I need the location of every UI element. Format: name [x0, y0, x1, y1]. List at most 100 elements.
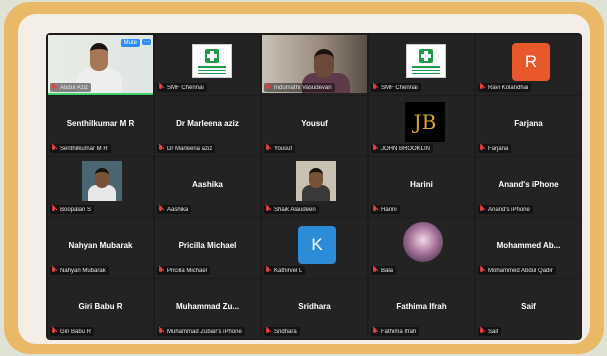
medical-cross-icon: [205, 49, 219, 63]
participant-display-name: Anand's iPhone: [498, 180, 559, 189]
participant-display-name: Giri Babu R: [78, 302, 123, 311]
participant-name: Giri Babu R: [60, 328, 92, 335]
mute-button[interactable]: Mute: [120, 39, 140, 47]
participant-tile[interactable]: Mute ··· Abdul Aziz: [48, 35, 153, 95]
participant-tile[interactable]: Muhammad Zu... Muhammad Zubair's iPhone: [155, 279, 260, 339]
avatar-initial: R: [512, 43, 550, 81]
logo-text-line: [198, 66, 226, 68]
muted-microphone-icon: [479, 206, 485, 213]
participant-name: Farjana: [488, 145, 509, 152]
participant-display-name: Farjana: [514, 119, 543, 128]
participant-tile[interactable]: Harini Harini: [369, 157, 474, 217]
participant-name: Harini: [381, 206, 397, 213]
participant-name: Saif: [488, 328, 499, 335]
muted-microphone-icon: [372, 145, 378, 152]
muted-microphone-icon: [479, 267, 485, 274]
participant-tile[interactable]: Giri Babu R Giri Babu R: [48, 279, 153, 339]
participant-name: Aashika: [167, 206, 189, 213]
participant-display-name: Pricilla Michael: [178, 241, 237, 250]
participant-name-label: Pricilla Michael: [157, 266, 211, 275]
participant-name-label: Abdul Aziz: [50, 83, 92, 92]
muted-microphone-icon: [372, 206, 378, 213]
smf-logo-image: [406, 44, 446, 78]
participant-name: Fathima Ifrah: [381, 328, 417, 335]
participant-display-name: Dr Marleena aziz: [176, 119, 239, 128]
participant-name: Indumathi Vasudevan: [274, 84, 332, 91]
participant-name: JOHN BROOKLIN: [381, 145, 431, 152]
participant-tile[interactable]: Saif Saif: [476, 279, 581, 339]
participant-name-label: Giri Babu R: [50, 327, 95, 336]
participant-name-label: Shaik Alaudeen: [264, 205, 319, 214]
participant-name-label: Aashika: [157, 205, 192, 214]
participant-name: Mohammed Abdul Qadir: [488, 267, 553, 274]
participant-display-name: Saif: [521, 302, 536, 311]
participant-name-label: Harini: [371, 205, 400, 214]
participant-tile[interactable]: Sridhara Sridhara: [262, 279, 367, 339]
logo-text-line: [412, 73, 440, 74]
participant-name-label: Boopalan S: [50, 205, 95, 214]
participant-tile[interactable]: SMF Chennai: [369, 35, 474, 95]
participant-profile-photo: [82, 161, 122, 201]
participant-tile[interactable]: Nahyan Mubarak Nahyan Mubarak: [48, 218, 153, 278]
smf-logo-image: [192, 44, 232, 78]
muted-microphone-icon: [158, 206, 164, 213]
participant-name-label: Fathima Ifrah: [371, 327, 420, 336]
participant-name-label: Sridhara: [264, 327, 300, 336]
participant-tile[interactable]: Boopalan S: [48, 157, 153, 217]
participant-tile[interactable]: Pricilla Michael Pricilla Michael: [155, 218, 260, 278]
participant-tile[interactable]: Bala: [369, 218, 474, 278]
logo-text-line: [198, 70, 226, 71]
participant-name-label: SMF Chennai: [157, 83, 207, 92]
participant-name-label: Muhammad Zubair's iPhone: [157, 327, 245, 336]
participant-name: Sridhara: [274, 328, 297, 335]
participant-name-label: Indumathi Vasudevan: [264, 83, 335, 92]
participant-tile[interactable]: Shaik Alaudeen: [262, 157, 367, 217]
muted-microphone-icon: [372, 267, 378, 274]
muted-microphone-icon: [158, 267, 164, 274]
muted-microphone-icon: [51, 206, 57, 213]
participant-name: Shaik Alaudeen: [274, 206, 316, 213]
participant-tile[interactable]: Yousuf Yousuf: [262, 96, 367, 156]
participant-name-label: Bala: [371, 266, 397, 275]
muted-microphone-icon: [51, 84, 57, 91]
participant-tile[interactable]: K Kathirvel L: [262, 218, 367, 278]
participant-display-name: Fathima Ifrah: [396, 302, 447, 311]
participant-tile[interactable]: R Ravi Kolandhai: [476, 35, 581, 95]
muted-microphone-icon: [479, 84, 485, 91]
participant-profile-photo: [296, 161, 336, 201]
participant-name: Dr Marleena aziz: [167, 145, 213, 152]
participant-name-label: Kathirvel L: [264, 266, 306, 275]
muted-microphone-icon: [158, 145, 164, 152]
participant-tile[interactable]: Mohammed Ab... Mohammed Abdul Qadir: [476, 218, 581, 278]
participant-tile[interactable]: Indumathi Vasudevan: [262, 35, 367, 95]
muted-microphone-icon: [265, 145, 271, 152]
participant-name-label: Nahyan Mubarak: [50, 266, 109, 275]
participant-name: Muhammad Zubair's iPhone: [167, 328, 242, 335]
participant-name-label: Yousuf: [264, 144, 296, 153]
muted-microphone-icon: [372, 328, 378, 335]
logo-text-line: [198, 73, 226, 74]
more-options-button[interactable]: ···: [142, 39, 151, 45]
participant-tile[interactable]: JB JOHN BROOKLIN: [369, 96, 474, 156]
participant-name-label: Farjana: [478, 144, 512, 153]
participant-name-label: Anand's iPhone: [478, 205, 533, 214]
participant-tile[interactable]: Farjana Farjana: [476, 96, 581, 156]
muted-microphone-icon: [265, 84, 271, 91]
participant-name: Senthilkumar M R: [60, 145, 108, 152]
jb-logo-image: JB: [405, 102, 445, 142]
participant-name: Bala: [381, 267, 394, 274]
participant-tile[interactable]: Aashika Aashika: [155, 157, 260, 217]
participant-name-label: Saif: [478, 327, 502, 336]
zoom-gallery-view: Mute ··· Abdul Aziz SMF Chennai Indumathi Va…: [46, 33, 582, 340]
participant-tile[interactable]: Fathima Ifrah Fathima Ifrah: [369, 279, 474, 339]
muted-microphone-icon: [51, 267, 57, 274]
participant-tile[interactable]: Dr Marleena aziz Dr Marleena aziz: [155, 96, 260, 156]
muted-microphone-icon: [158, 84, 164, 91]
participant-tile[interactable]: SMF Chennai: [155, 35, 260, 95]
participant-tile[interactable]: Senthilkumar M R Senthilkumar M R: [48, 96, 153, 156]
participant-profile-photo: [403, 222, 443, 262]
participant-name-label: SMF Chennai: [371, 83, 421, 92]
muted-microphone-icon: [265, 206, 271, 213]
participant-tile[interactable]: Anand's iPhone Anand's iPhone: [476, 157, 581, 217]
participant-name: SMF Chennai: [381, 84, 418, 91]
